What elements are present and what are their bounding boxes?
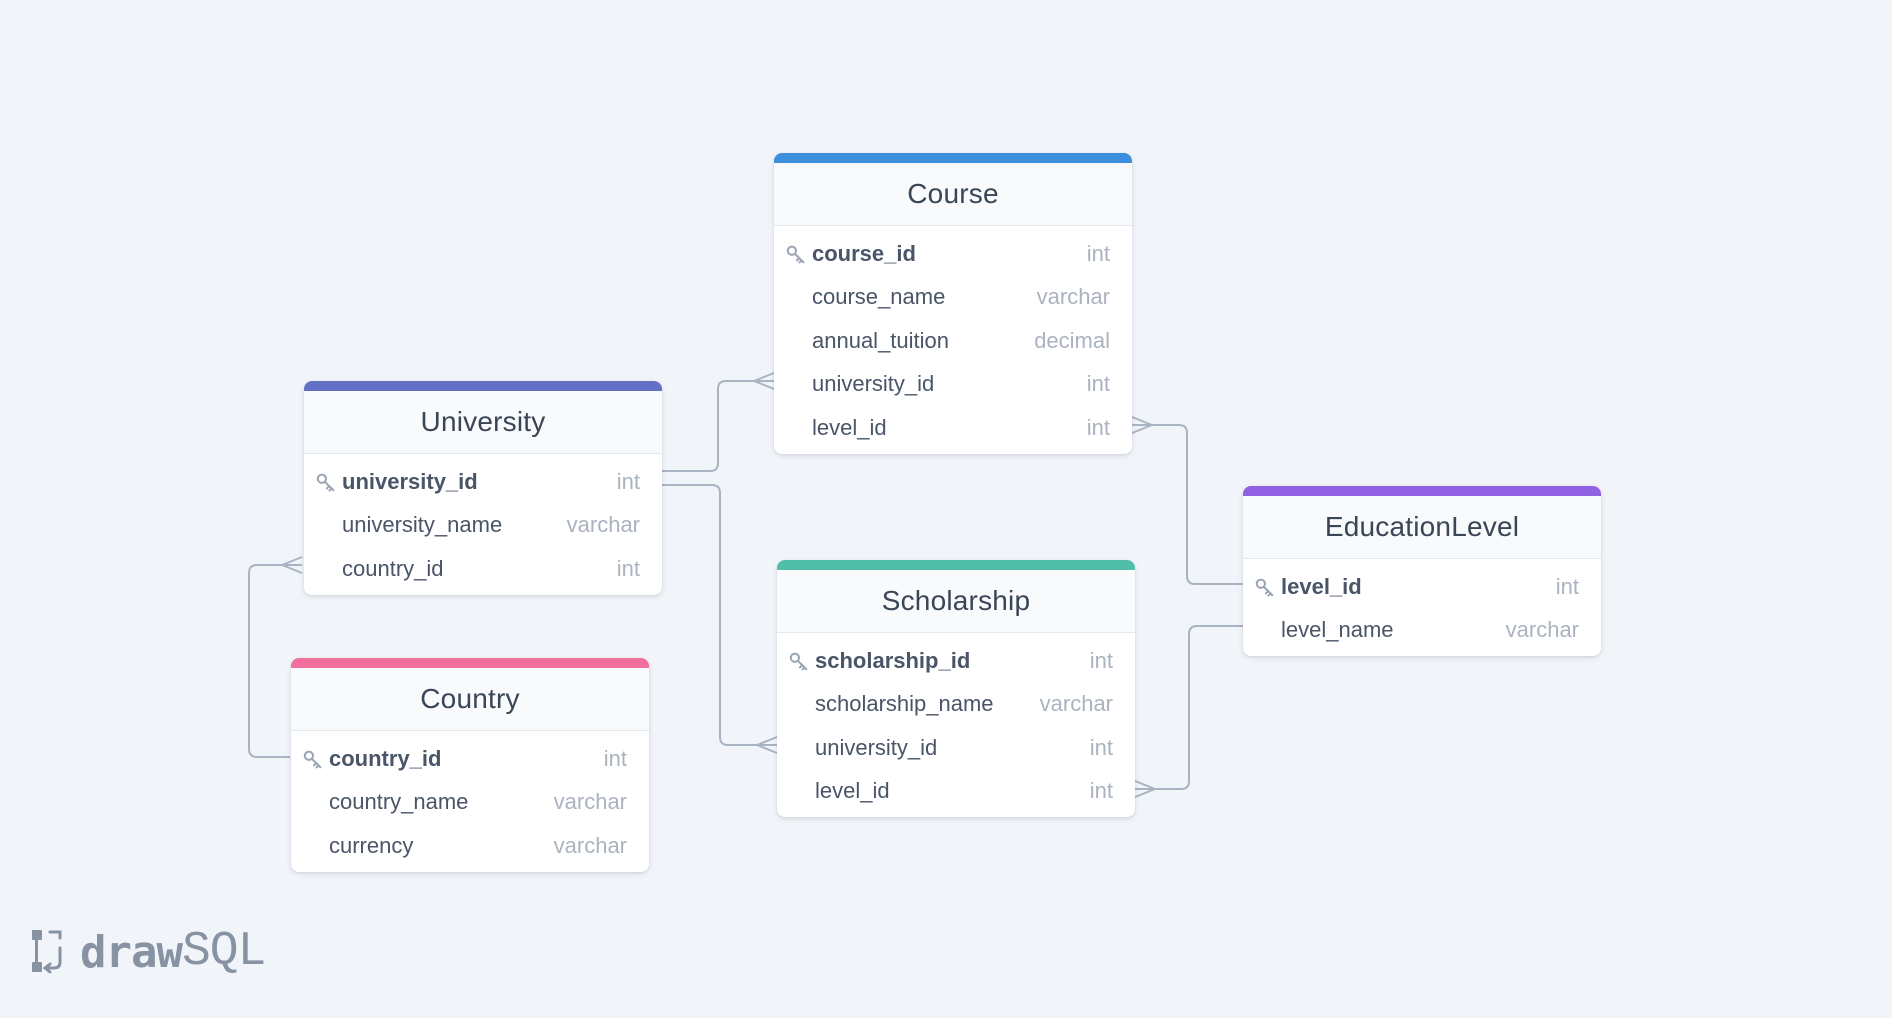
diagram-canvas[interactable]: Course course_id int course_name varchar ann… xyxy=(0,0,1892,1018)
crowfoot-course-level-id xyxy=(1131,416,1153,434)
column-name: level_id xyxy=(1281,573,1362,599)
column-type: int xyxy=(603,745,627,771)
column-row[interactable]: level_id int xyxy=(774,406,1132,450)
table-color-bar xyxy=(304,381,662,391)
table-country[interactable]: Country country_id int country_name varchar… xyxy=(291,658,649,872)
drawsql-logo-icon xyxy=(32,930,62,974)
column-name: annual_tuition xyxy=(812,327,950,353)
column-row[interactable]: course_id int xyxy=(774,232,1132,276)
column-name: country_id xyxy=(329,745,442,771)
column-row[interactable]: level_id int xyxy=(1243,565,1601,609)
brand-logo[interactable]: draw SQL xyxy=(30,925,266,979)
column-type: int xyxy=(1555,573,1579,599)
column-row[interactable]: university_name varchar xyxy=(304,504,662,548)
column-row[interactable]: currency varchar xyxy=(291,824,649,868)
column-type: decimal xyxy=(1034,327,1110,353)
column-list: level_id int level_name varchar xyxy=(1243,559,1601,656)
column-list: course_id int course_name varchar annual_tui… xyxy=(774,226,1132,454)
column-type: varchar xyxy=(553,832,627,858)
crowfoot-university-country-id xyxy=(281,556,303,574)
column-name: course_id xyxy=(812,240,916,266)
table-color-bar xyxy=(291,658,649,668)
crowfoot-scholarship-university-id xyxy=(756,736,778,754)
relation-university-scholarship xyxy=(662,484,777,746)
primary-key-icon xyxy=(789,652,808,671)
column-name: scholarship_id xyxy=(815,647,971,673)
primary-key-icon xyxy=(316,473,335,492)
table-title[interactable]: Scholarship xyxy=(777,570,1135,633)
table-color-bar xyxy=(774,153,1132,163)
column-type: varchar xyxy=(1039,691,1113,717)
column-row[interactable]: university_id int xyxy=(777,726,1135,770)
column-row[interactable]: course_name varchar xyxy=(774,276,1132,320)
column-row[interactable]: scholarship_id int xyxy=(777,639,1135,683)
column-name: level_id xyxy=(812,414,887,440)
column-name: university_id xyxy=(812,371,935,397)
table-university[interactable]: University university_id int university_na… xyxy=(304,381,662,595)
column-name: university_id xyxy=(342,468,478,494)
column-name: scholarship_name xyxy=(815,691,994,717)
table-title[interactable]: Course xyxy=(774,163,1132,226)
column-name: university_id xyxy=(815,734,938,760)
column-type: int xyxy=(1086,414,1110,440)
brand-name-light: SQL xyxy=(181,925,266,979)
column-row[interactable]: university_id int xyxy=(304,460,662,504)
table-title[interactable]: EducationLevel xyxy=(1243,496,1601,559)
crowfoot-course-university-id xyxy=(753,372,775,390)
brand-name-bold: draw xyxy=(80,926,183,978)
column-type: int xyxy=(616,555,640,581)
table-course[interactable]: Course course_id int course_name varchar ann… xyxy=(774,153,1132,454)
column-row[interactable]: scholarship_name varchar xyxy=(777,683,1135,727)
column-list: country_id int country_name varchar currency… xyxy=(291,731,649,872)
column-row[interactable]: university_id int xyxy=(774,363,1132,407)
column-name: university_name xyxy=(342,512,503,538)
primary-key-icon xyxy=(786,245,805,264)
primary-key-icon xyxy=(303,750,322,769)
column-type: int xyxy=(1089,778,1113,804)
column-row[interactable]: country_name varchar xyxy=(291,781,649,825)
table-color-bar xyxy=(1243,486,1601,496)
column-name: currency xyxy=(329,832,414,858)
column-row[interactable]: annual_tuition decimal xyxy=(774,319,1132,363)
column-type: varchar xyxy=(553,789,627,815)
column-type: int xyxy=(1089,647,1113,673)
relation-educationlevel-course xyxy=(1132,424,1243,585)
column-row[interactable]: country_id int xyxy=(304,547,662,591)
crowfoot-scholarship-level-id xyxy=(1134,780,1156,798)
column-name: level_name xyxy=(1281,617,1394,643)
relation-university-course xyxy=(662,380,774,472)
column-name: country_id xyxy=(342,555,444,581)
column-type: int xyxy=(1086,371,1110,397)
column-type: varchar xyxy=(1036,284,1110,310)
table-title[interactable]: University xyxy=(304,391,662,454)
column-type: int xyxy=(616,468,640,494)
column-name: country_name xyxy=(329,789,469,815)
column-name: course_name xyxy=(812,284,946,310)
table-educationlevel[interactable]: EducationLevel level_id int level_name varc… xyxy=(1243,486,1601,656)
column-row[interactable]: level_id int xyxy=(777,770,1135,814)
column-type: varchar xyxy=(1505,617,1579,643)
relation-educationlevel-scholarship xyxy=(1135,625,1243,790)
column-row[interactable]: country_id int xyxy=(291,737,649,781)
table-title[interactable]: Country xyxy=(291,668,649,731)
column-row[interactable]: level_name varchar xyxy=(1243,609,1601,653)
column-type: int xyxy=(1089,734,1113,760)
column-list: university_id int university_name varchar co… xyxy=(304,454,662,595)
column-type: varchar xyxy=(566,512,640,538)
column-type: int xyxy=(1086,240,1110,266)
primary-key-icon xyxy=(1255,578,1274,597)
table-scholarship[interactable]: Scholarship scholarship_id int scholarship… xyxy=(777,560,1135,817)
table-color-bar xyxy=(777,560,1135,570)
column-name: level_id xyxy=(815,778,890,804)
column-list: scholarship_id int scholarship_name varchar… xyxy=(777,633,1135,817)
